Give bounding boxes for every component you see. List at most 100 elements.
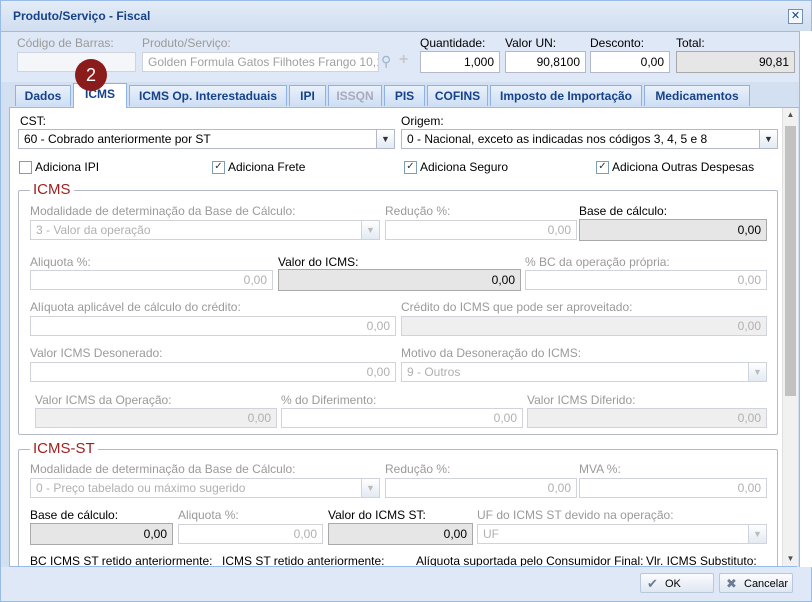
discount-field[interactable]: 0,00 [590, 51, 670, 73]
st-bc-retido-label: BC ICMS ST retido anteriormente: [30, 554, 213, 567]
icms-motivo-select[interactable]: 9 - Outros ▼ [401, 362, 767, 382]
unit-value-field[interactable]: 90,8100 [505, 51, 586, 73]
icms-reducao-field[interactable]: 0,00 [385, 220, 577, 240]
scroll-thumb[interactable] [785, 126, 796, 396]
st-modalidade-value: 0 - Preço tabelado ou máximo sugerido [36, 481, 246, 495]
chevron-down-icon[interactable]: ▼ [759, 130, 777, 148]
ok-button[interactable]: ✔ OK [640, 573, 714, 593]
cst-select[interactable]: 60 - Cobrado anteriormente por ST ▼ [18, 129, 395, 149]
icms-operacao-field: 0,00 [35, 408, 277, 428]
fiscal-dialog: Produto/Serviço - Fiscal ✕ Código de Bar… [0, 0, 812, 602]
st-retido-label: ICMS ST retido anteriormente: [222, 554, 385, 567]
product-field[interactable]: Golden Formula Gatos Filhotes Frango 10,… [142, 52, 379, 72]
st-mva-field[interactable]: 0,00 [579, 478, 767, 498]
st-reducao-label: Redução %: [385, 462, 451, 476]
st-aliquota-label: Aliquota %: [178, 508, 239, 522]
icms-motivo-value: 9 - Outros [407, 365, 461, 379]
cancel-label: Cancelar [744, 578, 789, 590]
scroll-down-icon[interactable]: ▼ [783, 552, 798, 566]
icms-base-field: 0,00 [579, 219, 767, 241]
icms-valor-label: Valor do ICMS: [278, 255, 359, 269]
cancel-icon: ✖ [726, 576, 737, 591]
dialog-title: Produto/Serviço - Fiscal [13, 9, 151, 23]
st-base-field: 0,00 [30, 523, 173, 545]
adiciona-frete-label: Adiciona Frete [228, 160, 306, 174]
st-uf-value: UF [483, 527, 499, 541]
chevron-down-icon[interactable]: ▼ [361, 221, 379, 239]
origem-label: Origem: [401, 114, 444, 128]
icms-modalidade-select[interactable]: 3 - Valor da operação ▼ [30, 220, 380, 240]
tab-icms-interestaduais[interactable]: ICMS Op. Interestaduais [129, 85, 287, 106]
icms-aliquota-field[interactable]: 0,00 [30, 270, 273, 290]
icms-st-legend: ICMS-ST [30, 440, 98, 457]
chevron-down-icon[interactable]: ▼ [376, 130, 394, 148]
tab-imposto-importacao[interactable]: Imposto de Importação [490, 85, 642, 106]
icms-credito-field: 0,00 [401, 316, 767, 336]
icms-reducao-label: Redução %: [385, 204, 451, 218]
st-valor-field: 0,00 [328, 523, 473, 545]
total-label: Total: [676, 36, 705, 50]
item-header: Código de Barras: Produto/Serviço: Golde… [1, 32, 811, 82]
tab-ipi[interactable]: IPI [289, 85, 326, 106]
chevron-down-icon[interactable]: ▼ [361, 479, 379, 497]
tab-cofins[interactable]: COFINS [427, 85, 488, 106]
adiciona-ipi-checkbox[interactable] [19, 161, 32, 174]
st-substituto-label: Vlr. ICMS Substituto: [646, 554, 757, 567]
origem-value: 0 - Nacional, exceto as indicadas nos có… [407, 132, 708, 146]
st-reducao-field[interactable]: 0,00 [385, 478, 577, 498]
icms-aliquota-label: Aliquota %: [30, 255, 91, 269]
title-bar[interactable]: Produto/Serviço - Fiscal ✕ [1, 1, 811, 32]
icms-diferido-label: Valor ICMS Diferido: [527, 393, 636, 407]
cst-value: 60 - Cobrado anteriormente por ST [24, 132, 211, 146]
st-base-label: Base de cálculo: [30, 508, 119, 522]
st-uf-select[interactable]: UF ▼ [477, 524, 767, 544]
icms-aliq-credito-label: Alíquota aplicável de cálculo do crédito… [30, 300, 241, 314]
cancel-button[interactable]: ✖ Cancelar [719, 573, 793, 593]
icms-modalidade-label: Modalidade de determinação da Base de Cá… [30, 204, 296, 218]
ok-label: OK [665, 578, 681, 590]
icms-modalidade-value: 3 - Valor da operação [36, 223, 151, 237]
st-modalidade-label: Modalidade de determinação da Base de Cá… [30, 462, 296, 476]
icms-diferimento-field[interactable]: 0,00 [281, 408, 523, 428]
icms-aliq-credito-field[interactable]: 0,00 [30, 316, 396, 336]
quantity-field[interactable]: 1,000 [420, 51, 500, 73]
cst-label: CST: [20, 114, 47, 128]
close-icon[interactable]: ✕ [788, 9, 803, 24]
icms-motivo-label: Motivo da Desoneração do ICMS: [401, 346, 582, 360]
adiciona-outras-checkbox[interactable]: ✓ [596, 161, 609, 174]
icms-bc-op-label: % BC da operação própria: [525, 255, 670, 269]
adiciona-outras-label: Adiciona Outras Despesas [612, 160, 755, 174]
scroll-up-icon[interactable]: ▲ [783, 108, 798, 122]
vertical-scrollbar[interactable]: ▲ ▼ [782, 108, 798, 566]
discount-label: Desconto: [590, 36, 645, 50]
chevron-down-icon[interactable]: ▼ [748, 525, 766, 543]
add-icon[interactable]: + [399, 51, 408, 69]
chevron-down-icon[interactable]: ▼ [748, 363, 766, 381]
tab-dados[interactable]: Dados [15, 85, 71, 106]
st-mva-label: MVA %: [579, 462, 621, 476]
st-valor-label: Valor do ICMS ST: [328, 508, 426, 522]
icms-bc-op-field[interactable]: 0,00 [525, 270, 767, 290]
total-field: 90,81 [676, 51, 795, 73]
adiciona-seguro-checkbox[interactable]: ✓ [404, 161, 417, 174]
adiciona-frete-checkbox[interactable]: ✓ [212, 161, 225, 174]
origem-select[interactable]: 0 - Nacional, exceto as indicadas nos có… [401, 129, 778, 149]
tab-pis[interactable]: PIS [384, 85, 425, 106]
icms-operacao-label: Valor ICMS da Operação: [35, 393, 172, 407]
checkmark-icon: ✔ [647, 576, 658, 591]
quantity-label: Quantidade: [420, 36, 486, 50]
icms-diferimento-label: % do Diferimento: [281, 393, 377, 407]
icms-desonerado-field[interactable]: 0,00 [30, 362, 396, 382]
tab-medicamentos[interactable]: Medicamentos [644, 85, 750, 106]
st-uf-label: UF do ICMS ST devido na operação: [477, 508, 674, 522]
adiciona-ipi-label: Adiciona IPI [35, 160, 100, 174]
search-icon[interactable]: ⚲ [381, 53, 391, 70]
st-modalidade-select[interactable]: 0 - Preço tabelado ou máximo sugerido ▼ [30, 478, 380, 498]
icms-credito-label: Crédito do ICMS que pode ser aproveitado… [401, 300, 633, 314]
tab-issqn[interactable]: ISSQN [328, 85, 382, 106]
unit-value-label: Valor UN: [505, 36, 557, 50]
st-aliquota-field[interactable]: 0,00 [178, 524, 323, 544]
barcode-label: Código de Barras: [17, 36, 114, 50]
icms-legend: ICMS [30, 181, 74, 198]
window-edge [799, 31, 812, 567]
